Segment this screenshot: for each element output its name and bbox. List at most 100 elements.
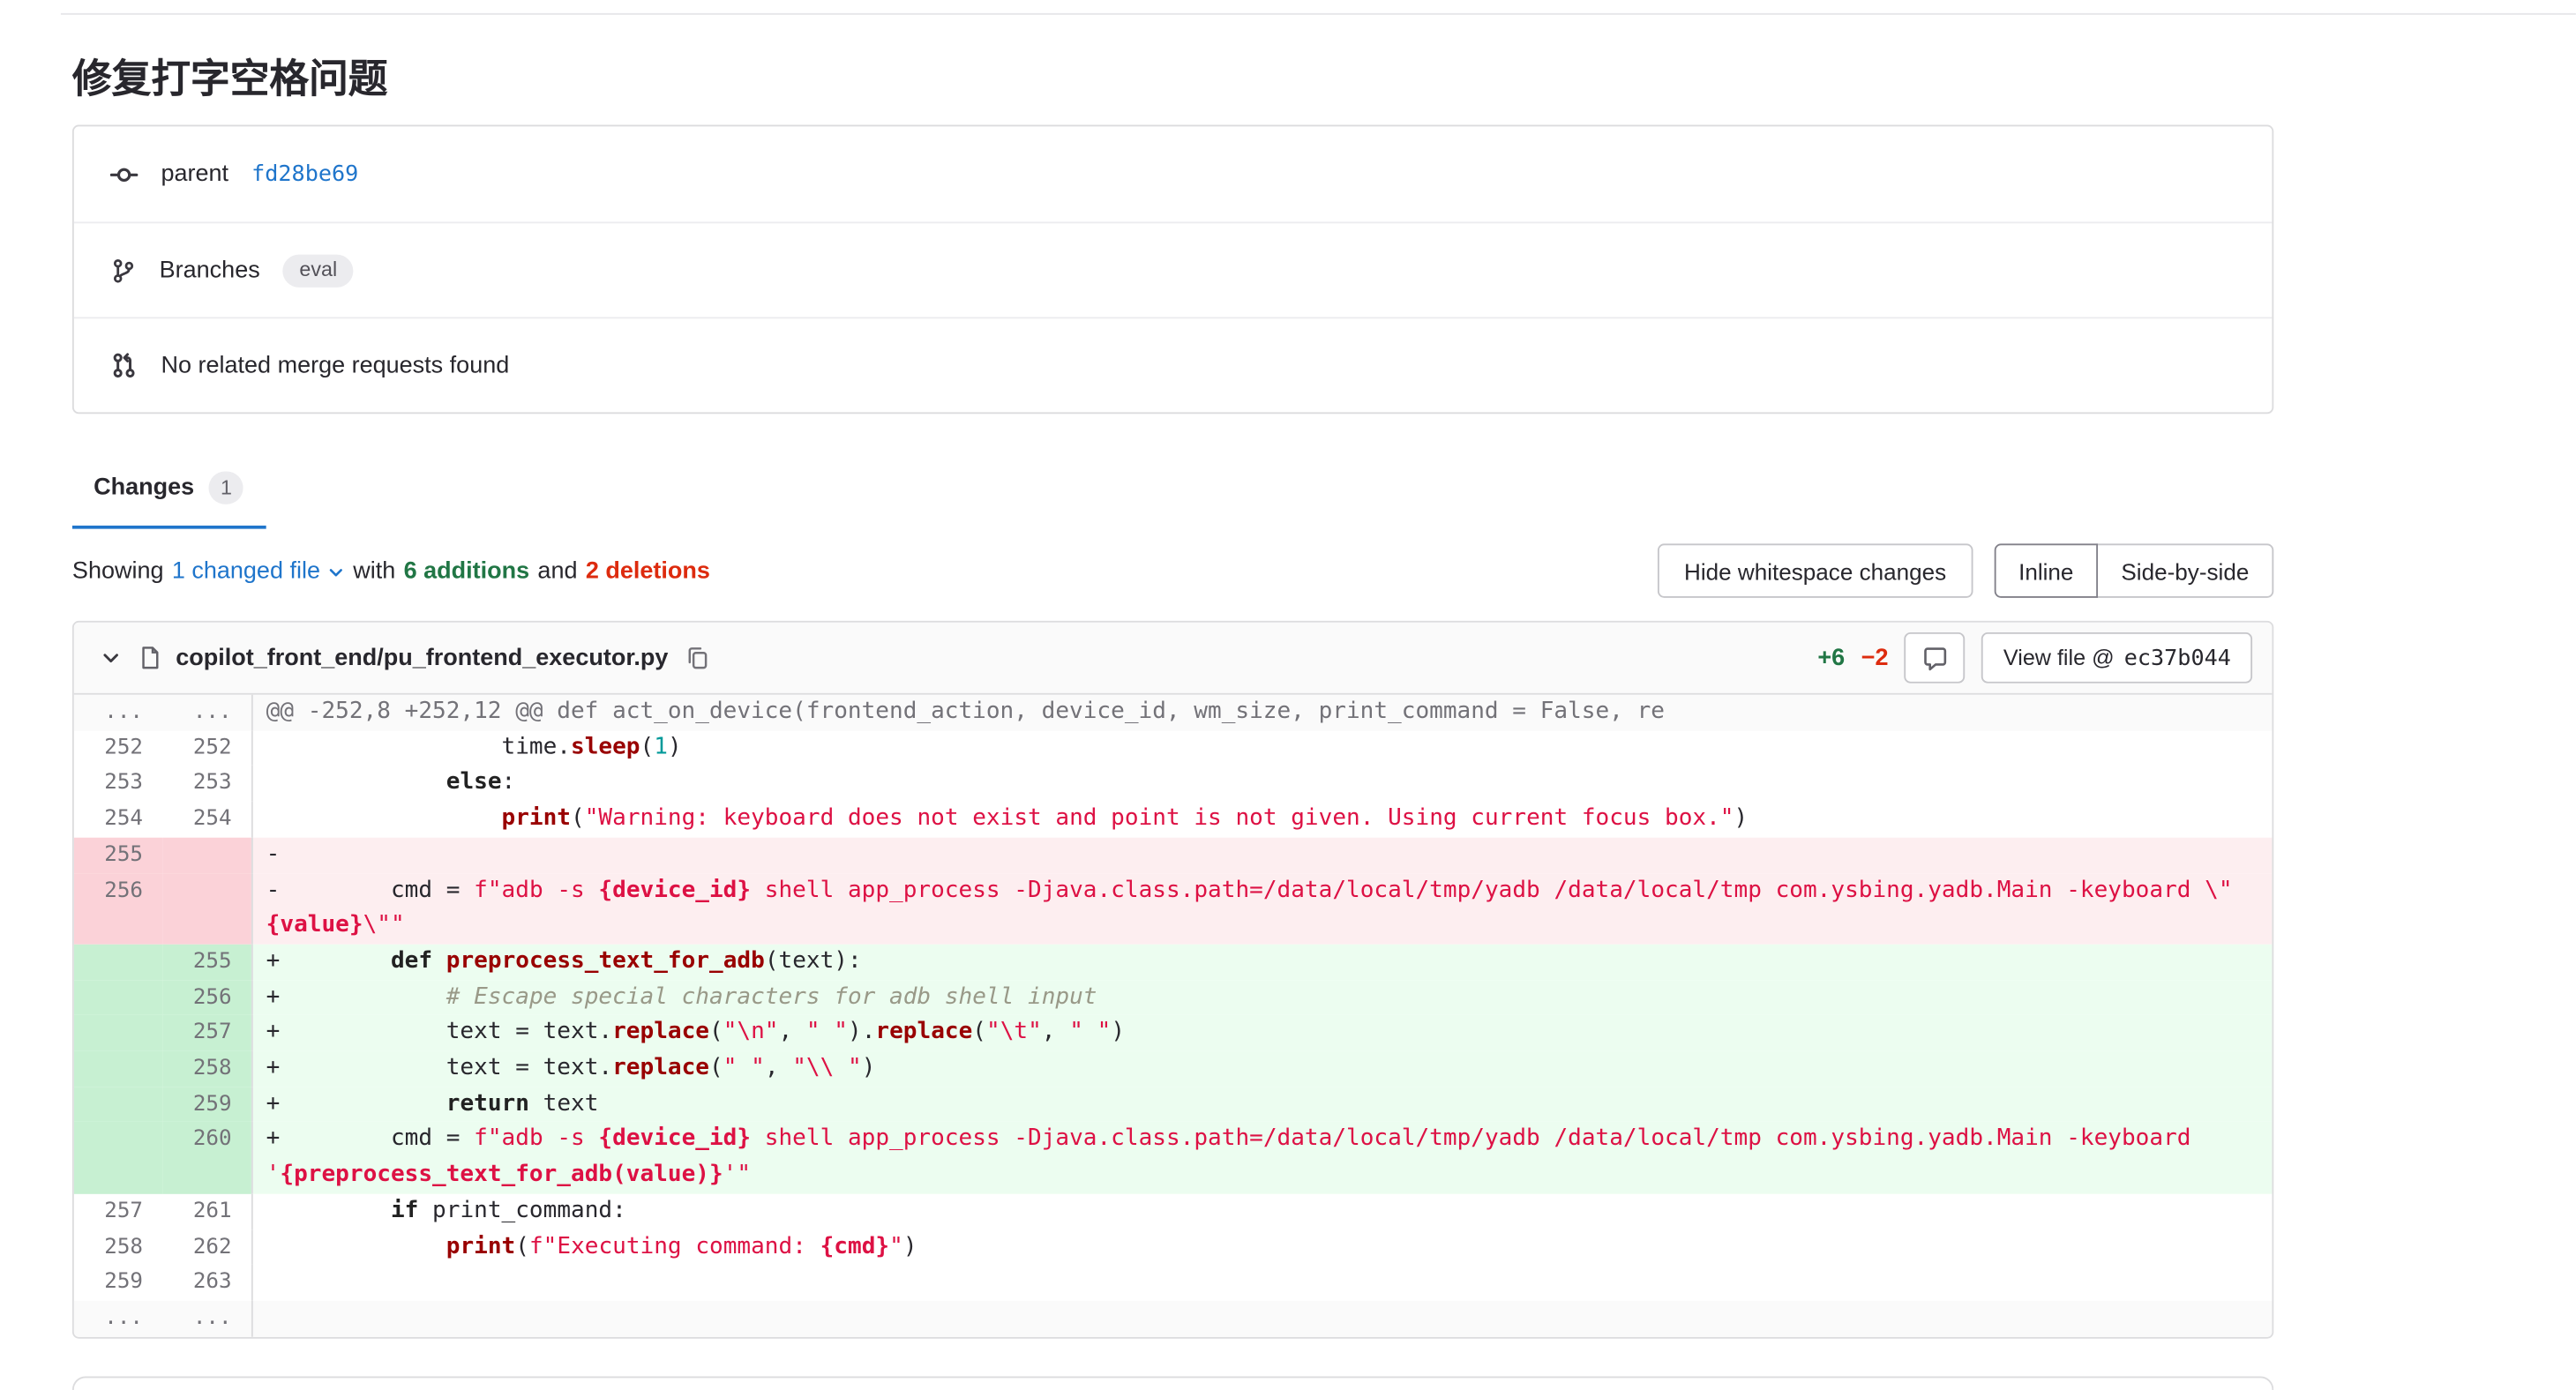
merge-request-icon — [110, 352, 139, 380]
top-divider — [61, 13, 2576, 15]
additions-count: 6 additions — [404, 558, 530, 585]
commit-page: 修复打字空格问题 parent fd28be69 Branches eval N… — [0, 0, 2576, 1390]
new-line-number[interactable]: ... — [162, 695, 251, 730]
diff-row-ctx: 259263 — [74, 1265, 2273, 1300]
view-mode-toggle: Inline Side-by-side — [1994, 543, 2273, 597]
copy-file-path-button[interactable] — [681, 642, 712, 673]
deletions-count: 2 deletions — [586, 558, 710, 585]
diff-row-add: 260+ cmd = f"adb -s {device_id} shell ap… — [74, 1123, 2273, 1194]
view-file-sha: ec37b044 — [2124, 645, 2231, 671]
old-line-number[interactable] — [74, 945, 163, 980]
diff-row-add: 256+ # Escape special characters for adb… — [74, 980, 2273, 1015]
diff-file-container: copilot_front_end/pu_frontend_executor.p… — [72, 621, 2273, 1338]
new-line-number[interactable]: 256 — [162, 980, 251, 1015]
new-line-number[interactable]: 261 — [162, 1194, 251, 1229]
file-path-link[interactable]: copilot_front_end/pu_frontend_executor.p… — [176, 645, 668, 671]
new-line-number[interactable] — [162, 873, 251, 945]
file-deletions-stat: −2 — [1861, 645, 1889, 671]
new-line-number[interactable]: 255 — [162, 945, 251, 980]
new-line-number[interactable]: 253 — [162, 766, 251, 802]
diff-row-ctx: 258262 print(f"Executing command: {cmd}"… — [74, 1229, 2273, 1265]
diff-code-line: print("Warning: keyboard does not exist … — [251, 802, 2273, 837]
diff-table: ......@@ -252,8 +252,12 @@ def act_on_de… — [74, 695, 2273, 1336]
old-line-number[interactable] — [74, 1123, 163, 1194]
file-additions-stat: +6 — [1817, 645, 1845, 671]
new-line-number[interactable]: ... — [162, 1301, 251, 1336]
commit-meta-box: parent fd28be69 Branches eval No related… — [72, 125, 2273, 415]
new-line-number[interactable]: 262 — [162, 1229, 251, 1265]
diff-code-line: time.sleep(1) — [251, 730, 2273, 766]
parent-sha-link[interactable]: fd28be69 — [251, 161, 358, 187]
diff-row-ctx: 257261 if print_command: — [74, 1194, 2273, 1229]
diff-row-ctx: 253253 else: — [74, 766, 2273, 802]
diff-code-line — [251, 1265, 2273, 1300]
inline-view-button[interactable]: Inline — [1994, 543, 2098, 597]
tab-bar: Changes 1 — [72, 461, 266, 528]
new-line-number[interactable]: 260 — [162, 1123, 251, 1194]
diff-row-add: 258+ text = text.replace(" ", "\\ ") — [74, 1051, 2273, 1087]
old-line-number[interactable]: 252 — [74, 730, 163, 766]
old-line-number[interactable]: 255 — [74, 837, 163, 872]
no-merge-requests-text: No related merge requests found — [161, 352, 509, 378]
diff-file-header: copilot_front_end/pu_frontend_executor.p… — [74, 623, 2273, 695]
old-line-number[interactable] — [74, 1087, 163, 1122]
old-line-number[interactable]: ... — [74, 1301, 163, 1336]
diff-code-line: + def preprocess_text_for_adb(text): — [251, 945, 2273, 980]
diff-row-add: 259+ return text — [74, 1087, 2273, 1122]
diff-code-line: + # Escape special characters for adb sh… — [251, 980, 2273, 1015]
merge-requests-row: No related merge requests found — [74, 317, 2273, 412]
diff-code-line: if print_command: — [251, 1194, 2273, 1229]
tab-changes[interactable]: Changes 1 — [72, 461, 266, 528]
old-line-number[interactable] — [74, 1015, 163, 1050]
old-line-number[interactable]: 253 — [74, 766, 163, 802]
changed-files-dropdown[interactable]: 1 changed file — [172, 558, 345, 585]
old-line-number[interactable]: 258 — [74, 1229, 163, 1265]
new-line-number[interactable]: 258 — [162, 1051, 251, 1087]
file-document-icon — [138, 646, 162, 670]
with-label: with — [353, 558, 395, 585]
diff-code-line: print(f"Executing command: {cmd}") — [251, 1229, 2273, 1265]
old-line-number[interactable]: 254 — [74, 802, 163, 837]
showing-label: Showing — [72, 558, 164, 585]
diff-view-controls: Hide whitespace changes Inline Side-by-s… — [1658, 543, 2273, 597]
diff-row-ctx: 254254 print("Warning: keyboard does not… — [74, 802, 2273, 837]
changes-count-badge: 1 — [209, 471, 243, 504]
diff-code-line: - cmd = f"adb -s {device_id} shell app_p… — [251, 873, 2273, 945]
old-line-number[interactable] — [74, 1051, 163, 1087]
and-label: and — [537, 558, 577, 585]
old-line-number[interactable]: 256 — [74, 873, 163, 945]
branches-row: Branches eval — [74, 221, 2273, 317]
new-line-number[interactable] — [162, 837, 251, 872]
hide-whitespace-button[interactable]: Hide whitespace changes — [1658, 543, 1973, 597]
changed-files-label: 1 changed file — [172, 558, 320, 585]
diff-code-line — [251, 1301, 2273, 1336]
new-line-number[interactable]: 252 — [162, 730, 251, 766]
branch-badge[interactable]: eval — [283, 254, 354, 287]
diff-row-del: 256 - cmd = f"adb -s {device_id} shell ap… — [74, 873, 2273, 945]
diff-row-match: ......@@ -252,8 +252,12 @@ def act_on_de… — [74, 695, 2273, 730]
diff-row-add: 255+ def preprocess_text_for_adb(text): — [74, 945, 2273, 980]
file-comment-button[interactable] — [1905, 632, 1966, 684]
view-file-button[interactable]: View file @ ec37b044 — [1982, 632, 2252, 684]
diff-row-del: 255 - — [74, 837, 2273, 872]
old-line-number[interactable]: 259 — [74, 1265, 163, 1300]
new-line-number[interactable]: 254 — [162, 802, 251, 837]
commit-icon — [110, 161, 139, 189]
diff-row-ctx: 252252 time.sleep(1) — [74, 730, 2273, 766]
branches-label: Branches — [160, 257, 260, 283]
new-line-number[interactable]: 259 — [162, 1087, 251, 1122]
branch-icon — [110, 257, 137, 283]
diff-code-line: - — [251, 837, 2273, 872]
diff-summary: Showing 1 changed file with 6 additions … — [72, 558, 710, 585]
diff-row-add: 257+ text = text.replace("\n", " ").repl… — [74, 1015, 2273, 1050]
old-line-number[interactable] — [74, 980, 163, 1015]
new-line-number[interactable]: 257 — [162, 1015, 251, 1050]
chevron-down-icon — [326, 563, 344, 580]
side-by-side-view-button[interactable]: Side-by-side — [2096, 543, 2273, 597]
old-line-number[interactable]: 257 — [74, 1194, 163, 1229]
diff-code-line: else: — [251, 766, 2273, 802]
collapse-file-chevron-icon[interactable] — [97, 644, 125, 672]
diff-code-line: + cmd = f"adb -s {device_id} shell app_p… — [251, 1123, 2273, 1194]
old-line-number[interactable]: ... — [74, 695, 163, 730]
new-line-number[interactable]: 263 — [162, 1265, 251, 1300]
